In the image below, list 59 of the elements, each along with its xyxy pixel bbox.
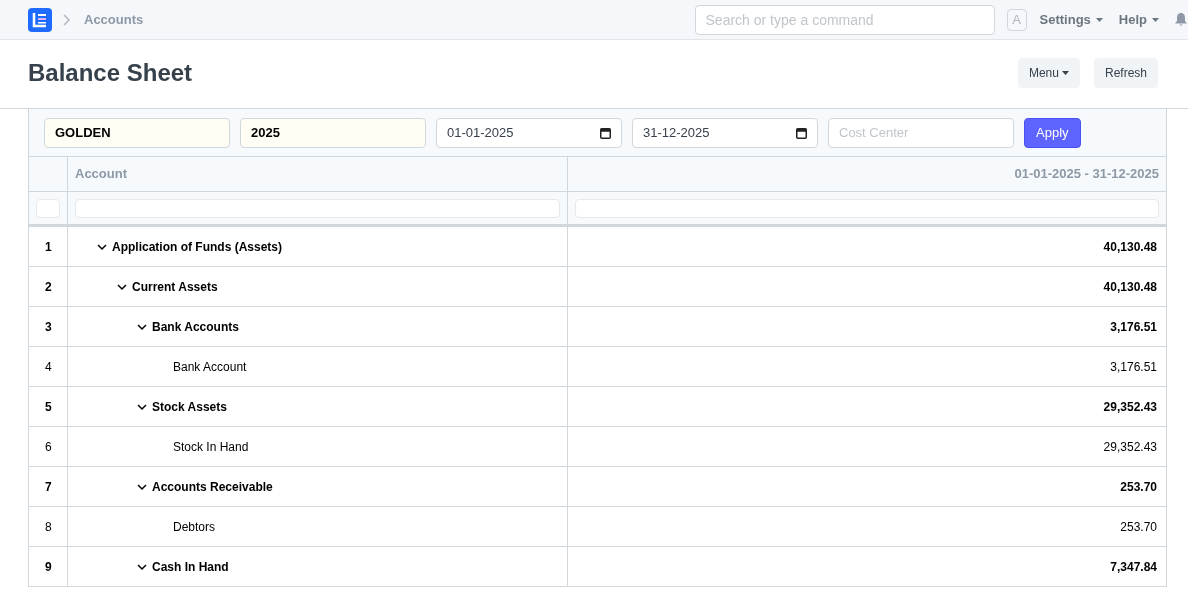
caret-down-icon — [1061, 70, 1069, 75]
nav-menu[interactable]: Help — [1115, 9, 1162, 30]
filter-field[interactable] — [75, 198, 560, 218]
app-logo-icon[interactable] — [28, 7, 52, 32]
account-name: Bank Accounts — [152, 318, 239, 336]
row-number: 2 — [29, 267, 68, 306]
filter-field[interactable] — [36, 198, 60, 218]
account-name: Stock In Hand — [173, 438, 249, 456]
bell-icon[interactable] — [1174, 12, 1188, 27]
amount-cell-text: 40,130.48 — [1102, 238, 1158, 256]
chevron-down-icon[interactable] — [137, 562, 147, 571]
nav-menu[interactable]: Settings — [1036, 9, 1106, 30]
date-field[interactable]: 01-01-2025 — [436, 117, 622, 148]
row-number: 3 — [29, 307, 68, 346]
filter-field[interactable] — [575, 198, 1159, 218]
amount-cell-text: 3,176.51 — [1109, 318, 1158, 336]
toolbar-button[interactable]: Menu — [1017, 57, 1080, 88]
chevron-down-icon[interactable] — [137, 322, 147, 331]
caret-down-icon — [1152, 17, 1159, 22]
calendar-icon[interactable] — [600, 126, 611, 139]
page-title: Balance Sheet — [28, 57, 193, 88]
amount-cell-text: 3,176.51 — [1109, 358, 1158, 376]
account-name: Cash In Hand — [152, 558, 229, 576]
amount-cell-text: 29,352.43 — [1102, 438, 1158, 456]
row-number: 1 — [29, 227, 68, 266]
date-field[interactable]: 31-12-2025 — [632, 117, 818, 148]
chevron-down-icon[interactable] — [117, 282, 127, 291]
filter-field[interactable]: GOLDEN — [44, 117, 230, 148]
search-field[interactable]: Search or type a command — [694, 4, 995, 35]
row-number: 4 — [29, 347, 68, 386]
toolbar-button[interactable]: Refresh — [1093, 57, 1158, 88]
row-number: 8 — [29, 507, 68, 546]
amount-cell-text: 40,130.48 — [1102, 278, 1158, 296]
date-value: 01-01-2025 — [447, 123, 514, 142]
row-number: 9 — [29, 547, 68, 586]
account-name: Bank Account — [173, 358, 247, 376]
account-name: Current Assets — [132, 278, 218, 296]
account-name: Application of Funds (Assets) — [112, 238, 282, 256]
amount-cell-text: 7,347.84 — [1109, 558, 1158, 576]
account-name: Stock Assets — [152, 398, 227, 416]
filter-field[interactable]: 2025 — [240, 117, 426, 148]
chevron-down-icon[interactable] — [97, 242, 107, 251]
column-header: 01-01-2025 - 31-12-2025 — [1013, 165, 1160, 184]
account-name: Debtors — [173, 518, 216, 536]
row-number: 7 — [29, 467, 68, 506]
chevron-down-icon[interactable] — [137, 402, 147, 411]
column-header: Account — [68, 157, 568, 191]
row-number: 5 — [29, 387, 68, 426]
amount-cell-text: 253.70 — [1119, 478, 1158, 496]
amount-cell-text: 29,352.43 — [1102, 398, 1158, 416]
calendar-icon[interactable] — [796, 126, 807, 139]
chevron-down-icon[interactable] — [137, 482, 147, 491]
amount-cell-text: 253.70 — [1119, 518, 1158, 536]
row-number: 6 — [29, 427, 68, 466]
date-value: 31-12-2025 — [643, 123, 710, 142]
caret-down-icon — [1095, 17, 1103, 22]
chevron-right-icon — [63, 13, 71, 26]
apply-button[interactable]: Apply — [1024, 117, 1081, 148]
account-name: Accounts Receivable — [152, 478, 273, 496]
